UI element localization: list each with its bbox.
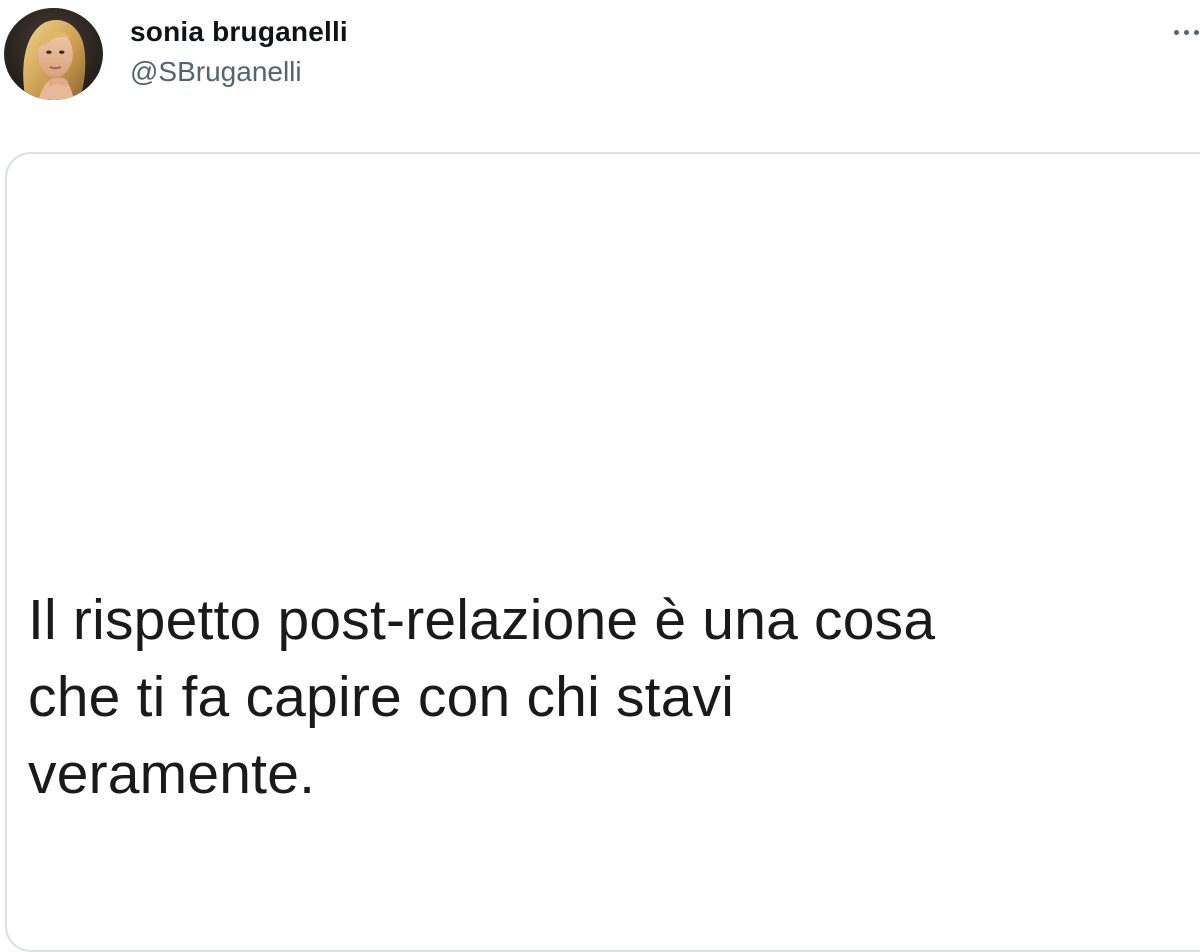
more-options-button[interactable] [1168, 16, 1200, 46]
media-quote-text: Il rispetto post-relazione è una cosa ch… [28, 582, 1188, 813]
quote-line: Il rispetto post-relazione è una cosa [28, 588, 936, 652]
quote-line: che ti fa capire con chi stavi [28, 665, 735, 729]
more-horizontal-icon-dot [1184, 30, 1189, 35]
tweet-media-card[interactable] [5, 152, 1200, 952]
author-display-name[interactable]: sonia bruganelli [130, 16, 348, 48]
more-horizontal-icon [1174, 30, 1179, 35]
profile-photo-icon [7, 8, 100, 100]
author-handle[interactable]: @SBruganelli [130, 56, 302, 88]
more-horizontal-icon-dot [1194, 30, 1199, 35]
tweet-header: sonia bruganelli @SBruganelli [0, 0, 1200, 140]
author-avatar[interactable] [4, 8, 103, 100]
quote-line: veramente. [28, 742, 316, 806]
